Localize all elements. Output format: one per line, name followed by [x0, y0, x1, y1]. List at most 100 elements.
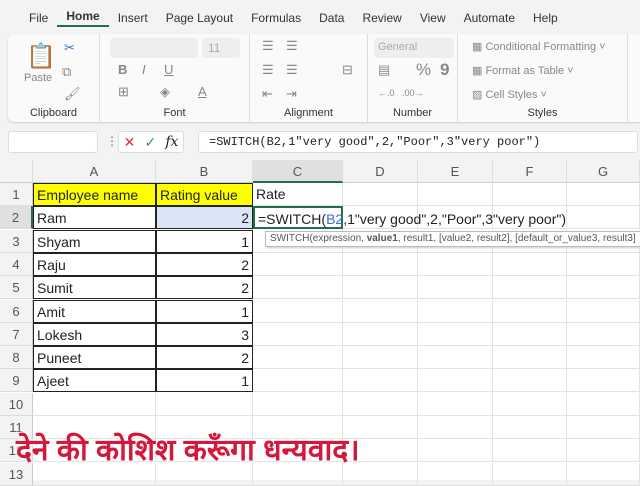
- format-painter-icon[interactable]: 🖌: [64, 86, 81, 102]
- underline-button[interactable]: U: [164, 62, 173, 77]
- cell[interactable]: [567, 299, 640, 323]
- row-header-2[interactable]: 2: [0, 206, 33, 230]
- cell[interactable]: [493, 462, 567, 486]
- cell[interactable]: [418, 183, 493, 206]
- tab-formulas[interactable]: Formulas: [242, 11, 310, 25]
- formula-input[interactable]: =SWITCH(B2,1"very good",2,"Poor",3"very …: [198, 131, 638, 153]
- cell[interactable]: [493, 346, 567, 370]
- outdent-icon[interactable]: ⇥: [286, 86, 297, 102]
- tab-view[interactable]: View: [411, 11, 455, 25]
- cell[interactable]: [567, 462, 640, 486]
- cell[interactable]: [33, 392, 156, 416]
- cell[interactable]: [418, 416, 493, 439]
- enter-icon[interactable]: ✓: [144, 134, 156, 151]
- row-header-8[interactable]: 8: [0, 346, 33, 370]
- employee-name-cell[interactable]: Lokesh: [33, 322, 156, 346]
- cell[interactable]: [418, 369, 493, 393]
- font-size-select[interactable]: 11: [202, 38, 240, 58]
- cell[interactable]: [343, 369, 418, 393]
- rating-value-cell[interactable]: 1: [156, 299, 253, 323]
- cell[interactable]: [493, 392, 567, 416]
- cell[interactable]: [493, 322, 567, 346]
- row-header-9[interactable]: 9: [0, 369, 33, 393]
- employee-name-cell[interactable]: Ajeet: [33, 369, 156, 393]
- cell[interactable]: [156, 392, 253, 416]
- tab-page-layout[interactable]: Page Layout: [157, 11, 242, 25]
- bold-button[interactable]: B: [118, 62, 127, 77]
- number-format-select[interactable]: General: [374, 38, 454, 58]
- employee-name-cell[interactable]: Amit: [33, 299, 156, 323]
- row-header-1[interactable]: 1: [0, 183, 33, 206]
- tab-home[interactable]: Home: [57, 9, 109, 27]
- cell[interactable]: [567, 416, 640, 439]
- tab-review[interactable]: Review: [353, 11, 410, 25]
- row-header-4[interactable]: 4: [0, 252, 33, 276]
- cell[interactable]: [493, 439, 567, 463]
- cell[interactable]: [567, 346, 640, 370]
- row-header-10[interactable]: 10: [0, 392, 33, 416]
- align-left-icon[interactable]: ☰: [262, 62, 274, 78]
- fill-color-icon[interactable]: ◈: [160, 84, 170, 100]
- more-icon[interactable]: ⋮: [106, 134, 118, 148]
- percent-button[interactable]: %: [416, 60, 431, 80]
- employee-name-cell[interactable]: Shyam: [33, 229, 156, 253]
- insert-function-button[interactable]: fx: [165, 134, 178, 150]
- rating-value-cell[interactable]: 3: [156, 322, 253, 346]
- cell[interactable]: [343, 322, 418, 346]
- rating-value-cell[interactable]: 2: [156, 346, 253, 370]
- header-rating-value[interactable]: Rating value: [156, 183, 253, 206]
- cell[interactable]: [343, 183, 418, 206]
- row-header-3[interactable]: 3: [0, 229, 33, 253]
- tab-insert[interactable]: Insert: [109, 11, 157, 25]
- paste-icon[interactable]: 📋: [26, 42, 56, 71]
- conditional-formatting-button[interactable]: ▦ Conditional Formatting ˅: [472, 40, 606, 53]
- cell[interactable]: [567, 252, 640, 276]
- column-header-c[interactable]: C: [253, 160, 343, 183]
- cell[interactable]: [493, 252, 567, 276]
- editing-cell-c2[interactable]: =SWITCH(B2,1"very good",2,"Poor",3"very …: [253, 206, 566, 229]
- increase-decimal-icon[interactable]: ←.0: [378, 88, 395, 98]
- tab-file[interactable]: File: [20, 11, 57, 25]
- currency-icon[interactable]: ▤: [378, 62, 390, 78]
- rating-value-cell[interactable]: 1: [156, 369, 253, 393]
- cell[interactable]: [567, 183, 640, 206]
- cell[interactable]: [567, 392, 640, 416]
- font-name-select[interactable]: [110, 38, 198, 58]
- column-header-d[interactable]: D: [343, 160, 418, 183]
- select-all[interactable]: [0, 160, 33, 183]
- cell[interactable]: [253, 369, 343, 393]
- cell[interactable]: [343, 276, 418, 300]
- row-header-6[interactable]: 6: [0, 299, 33, 323]
- employee-name-cell[interactable]: Ram: [33, 206, 156, 230]
- column-header-e[interactable]: E: [418, 160, 493, 183]
- tab-help[interactable]: Help: [524, 11, 567, 25]
- cell[interactable]: [253, 322, 343, 346]
- cell[interactable]: [253, 392, 343, 416]
- column-header-g[interactable]: G: [567, 160, 640, 183]
- cell[interactable]: [343, 252, 418, 276]
- cell[interactable]: [493, 276, 567, 300]
- cell[interactable]: [567, 322, 640, 346]
- header-employee-name[interactable]: Employee name: [33, 183, 156, 206]
- italic-button[interactable]: I: [142, 62, 146, 77]
- rating-value-cell[interactable]: 1: [156, 229, 253, 253]
- tab-automate[interactable]: Automate: [455, 11, 524, 25]
- borders-icon[interactable]: ⊞: [118, 84, 129, 100]
- decrease-decimal-icon[interactable]: .00→: [402, 88, 424, 98]
- column-header-a[interactable]: A: [33, 160, 156, 183]
- cell[interactable]: [418, 462, 493, 486]
- cut-icon[interactable]: ✂: [64, 40, 75, 56]
- cell[interactable]: [343, 346, 418, 370]
- align-middle-icon[interactable]: ☰: [286, 38, 298, 54]
- comma-button[interactable]: 9: [440, 60, 449, 80]
- font-color-icon[interactable]: A: [198, 84, 207, 99]
- cell[interactable]: [493, 369, 567, 393]
- cell-styles-button[interactable]: ▨ Cell Styles ˅: [472, 88, 547, 101]
- align-center-icon[interactable]: ☰: [286, 62, 298, 78]
- column-header-f[interactable]: F: [493, 160, 567, 183]
- copy-icon[interactable]: ⧉: [62, 64, 71, 80]
- row-header-7[interactable]: 7: [0, 322, 33, 346]
- merge-icon[interactable]: ⊟: [342, 62, 353, 78]
- employee-name-cell[interactable]: Sumit: [33, 276, 156, 300]
- cell[interactable]: [418, 299, 493, 323]
